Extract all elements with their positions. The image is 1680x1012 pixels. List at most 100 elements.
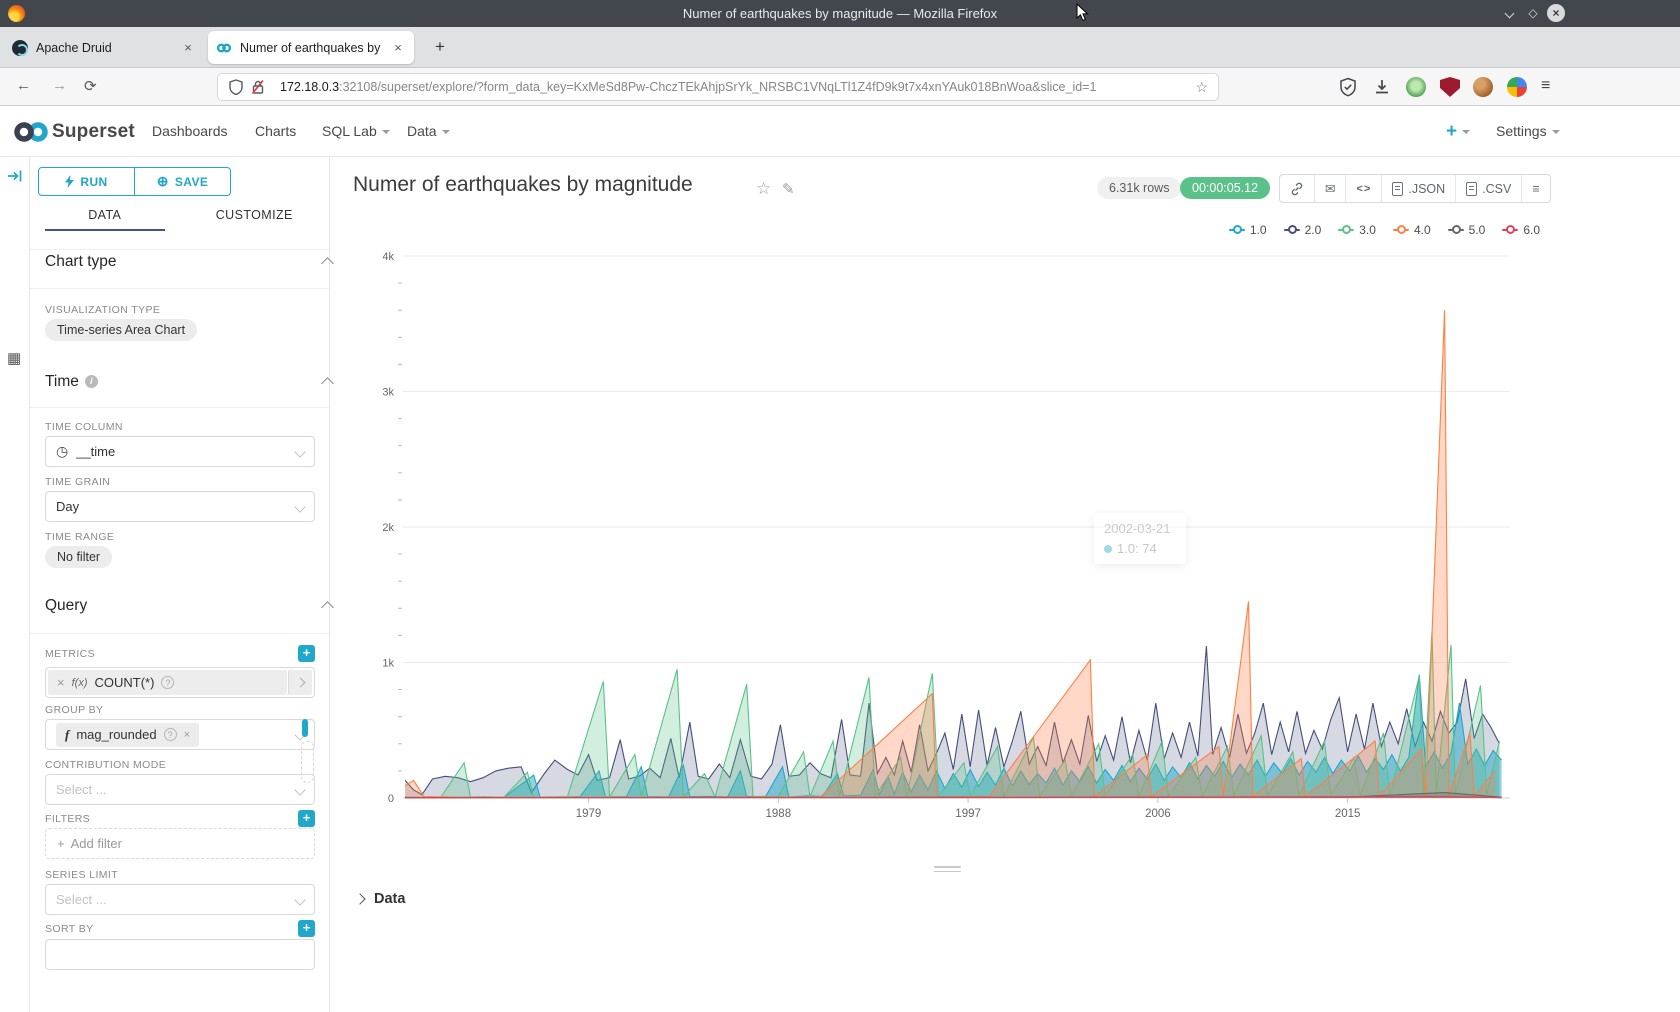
plus-icon: + <box>57 836 65 851</box>
contribution-mode-select[interactable]: Select ... <box>45 774 315 805</box>
csv-export-button[interactable]: .CSV <box>1456 175 1522 202</box>
metric-chip[interactable]: × f(x) COUNT(*) ? <box>48 670 287 695</box>
remove-metric-icon[interactable]: × <box>57 675 65 690</box>
svg-text:2006: 2006 <box>1145 808 1171 820</box>
settings-menu-button[interactable]: Settings <box>1496 106 1560 157</box>
legend-item[interactable]: 5.0 <box>1448 223 1486 237</box>
close-button[interactable]: × <box>1547 4 1565 22</box>
datasource-grid-icon[interactable]: ▦ <box>7 349 21 367</box>
minimize-button[interactable] <box>1500 4 1518 22</box>
data-panel-toggle[interactable]: Data <box>356 891 405 907</box>
new-tab-button[interactable]: + <box>428 35 452 59</box>
plus-circle-icon: ⊕ <box>157 173 169 190</box>
time-column-select[interactable]: ◷ __time <box>45 436 315 467</box>
tooltip-value: 1.0: 74 <box>1117 541 1157 556</box>
chevron-down-icon <box>294 894 305 905</box>
legend-item[interactable]: 6.0 <box>1502 223 1540 237</box>
run-save-group: RUN ⊕ SAVE <box>38 167 231 196</box>
extension-green-icon[interactable] <box>1406 77 1426 97</box>
tab-close-icon[interactable]: × <box>390 40 406 55</box>
legend-item[interactable]: 2.0 <box>1284 223 1322 237</box>
browser-tab-active[interactable]: Numer of earthquakes by magnitude × <box>208 31 414 64</box>
extension-colorful-icon[interactable] <box>1507 77 1527 97</box>
bookmark-star-icon[interactable]: ☆ <box>1195 79 1208 96</box>
tracking-shield-icon[interactable] <box>228 79 244 95</box>
legend-item[interactable]: 3.0 <box>1338 223 1376 237</box>
json-export-button[interactable]: .JSON <box>1382 175 1456 202</box>
nav-data[interactable]: Data <box>407 106 450 157</box>
firefox-window: Numer of earthquakes by magnitude — Mozi… <box>0 0 1680 1012</box>
collapse-section-icon[interactable] <box>321 601 334 614</box>
email-button[interactable]: ✉ <box>1315 175 1346 202</box>
group-by-select[interactable]: f mag_rounded ? × <box>45 719 315 750</box>
nav-sql-lab[interactable]: SQL Lab <box>322 106 390 157</box>
series-marker-icon <box>1448 229 1464 232</box>
protections-shield-icon[interactable] <box>1338 77 1358 97</box>
add-sort-button[interactable]: + <box>298 920 315 937</box>
collapse-section-icon[interactable] <box>321 257 334 270</box>
legend-item[interactable]: 4.0 <box>1393 223 1431 237</box>
viz-type-pill[interactable]: Time-series Area Chart <box>45 319 197 341</box>
remove-chip-icon[interactable]: × <box>184 729 190 741</box>
tab-close-icon[interactable]: × <box>180 40 196 55</box>
add-filter-dropzone[interactable]: + Add filter <box>45 828 315 859</box>
panel-scrollbar-thumb[interactable] <box>302 719 308 737</box>
svg-text:3k: 3k <box>382 387 394 399</box>
insecure-lock-icon[interactable] <box>250 79 266 95</box>
group-by-chip[interactable]: f mag_rounded ? × <box>56 723 199 747</box>
series-marker-icon <box>1502 229 1518 232</box>
new-item-menu-button[interactable]: + <box>1446 106 1470 157</box>
add-metric-button[interactable]: + <box>298 645 315 662</box>
share-link-button[interactable] <box>1280 175 1315 202</box>
sort-by-select[interactable] <box>45 939 315 970</box>
maximize-button[interactable]: ◇ <box>1524 4 1542 22</box>
superset-brand[interactable]: Superset <box>52 106 135 157</box>
chart-tooltip: 2002-03-21 1.0: 74 <box>1094 513 1186 564</box>
cookie-extension-icon[interactable] <box>1473 77 1493 97</box>
tooltip-date: 2002-03-21 <box>1104 521 1176 536</box>
superset-logo-icon[interactable] <box>13 121 49 143</box>
tab-label: Apache Druid <box>36 41 172 55</box>
embed-code-button[interactable]: <> <box>1346 175 1382 202</box>
browser-tab-apache-druid[interactable]: Apache Druid × <box>4 31 204 64</box>
tab-customize[interactable]: CUSTOMIZE <box>180 199 330 231</box>
section-query: Query <box>45 597 87 615</box>
metric-caret[interactable] <box>288 670 312 695</box>
svg-text:1997: 1997 <box>955 808 981 820</box>
reload-button[interactable]: ⟳ <box>84 77 97 95</box>
time-grain-select[interactable]: Day <box>45 491 315 522</box>
time-range-pill[interactable]: No filter <box>45 546 112 568</box>
run-button[interactable]: RUN <box>39 168 135 195</box>
back-button[interactable]: ← <box>16 77 31 94</box>
edit-pencil-icon[interactable]: ✎ <box>782 180 795 198</box>
file-icon <box>1392 182 1403 196</box>
save-button[interactable]: ⊕ SAVE <box>135 168 230 195</box>
file-icon <box>1466 182 1477 196</box>
panel-drag-handle[interactable] <box>934 866 961 875</box>
svg-text:2015: 2015 <box>1335 808 1361 820</box>
question-icon: ? <box>164 728 177 741</box>
favorite-star-icon[interactable]: ☆ <box>756 179 771 199</box>
series-marker-icon <box>1338 229 1354 232</box>
metric-control[interactable]: × f(x) COUNT(*) ? <box>45 667 315 698</box>
nav-dashboards[interactable]: Dashboards <box>152 106 228 157</box>
downloads-icon[interactable] <box>1372 77 1392 97</box>
add-filter-button[interactable]: + <box>298 810 315 827</box>
timer-badge: 00:00:05.12 <box>1180 177 1270 199</box>
code-icon: <> <box>1356 183 1371 195</box>
fx-icon: f(x) <box>72 677 88 689</box>
collapse-section-icon[interactable] <box>321 377 334 390</box>
chart-menu-button[interactable]: ≡ <box>1522 175 1549 202</box>
url-bar[interactable]: 172.18.0.3:32108/superset/explore/?form_… <box>218 74 1218 100</box>
active-tab-indicator <box>45 229 165 231</box>
series-limit-select[interactable]: Select ... <box>45 884 315 915</box>
legend-item[interactable]: 1.0 <box>1229 223 1267 237</box>
chevron-down-icon <box>294 446 305 457</box>
tab-data[interactable]: DATA <box>30 199 180 231</box>
nav-charts[interactable]: Charts <box>255 106 296 157</box>
metrics-label: METRICS <box>45 648 95 660</box>
forward-button[interactable]: → <box>52 77 67 94</box>
expand-datasource-panel-icon[interactable] <box>7 168 23 184</box>
app-menu-icon[interactable]: ≡ <box>1541 77 1550 95</box>
panel-resize-grip[interactable] <box>301 741 314 783</box>
